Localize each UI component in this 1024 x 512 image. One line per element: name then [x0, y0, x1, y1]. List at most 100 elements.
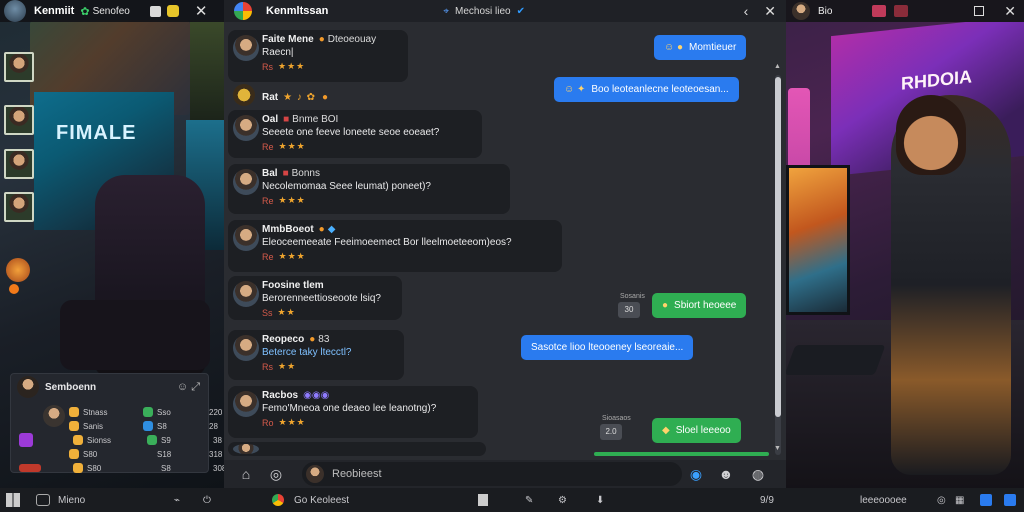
sent-message[interactable]: ☺ ✦ Boo leoteanlecne leoteoesan... [554, 77, 739, 102]
streamer-name: Kenmiit [34, 5, 75, 17]
user-avatar[interactable] [233, 115, 259, 141]
taskbar-power-icon[interactable]: ⏻ [203, 493, 211, 507]
weapon-icon[interactable] [19, 464, 41, 472]
fire-icon[interactable] [6, 258, 30, 282]
taskbar-download-icon[interactable]: ⬇ [596, 493, 604, 507]
chat-message[interactable]: Racbos ◉◉◉ Femo'Mneoa one deaeo lee leano… [228, 386, 478, 438]
emoji-picker-icon[interactable]: ◎ [268, 466, 284, 482]
gift-icon[interactable] [894, 5, 909, 17]
clock[interactable]: 9/9 [760, 493, 774, 507]
streamer-avatar[interactable] [792, 2, 810, 20]
message-text: Raecn| [262, 47, 294, 58]
flag-icon[interactable] [872, 5, 887, 17]
message-text: Seeete one feeve loneete seoe eoeaet? [262, 127, 440, 138]
shield-icon: ◆ [662, 425, 670, 436]
sticker-icon[interactable]: ☻ [718, 466, 734, 482]
start-button[interactable] [6, 493, 20, 507]
user-avatar[interactable] [233, 35, 259, 61]
more-icon[interactable]: ◍ [750, 466, 766, 482]
gem-icon [147, 435, 157, 445]
streamer-avatar[interactable] [4, 0, 26, 22]
taskbar: Mieno ⌁ ⏻ Go Keoleest ✎ ⚙ ⬇ 9/9 leeeoooe… [0, 488, 1024, 512]
taskbar-link-icon[interactable]: ⌁ [174, 493, 180, 507]
gem-icon: ◉◉◉ [303, 390, 330, 401]
stat-row: Sionss S9 38 [19, 433, 222, 447]
taskbar-item[interactable]: leeeoooee [860, 493, 907, 507]
chat-message[interactable]: Rat ★ ♪ ✿ ● [228, 83, 338, 107]
scroll-up-icon[interactable]: ▲ [774, 63, 781, 70]
message-timestamp: Sosanis [620, 293, 645, 300]
sent-message[interactable]: ☺ ● Momtieuer [654, 35, 747, 60]
mini-card-header: Semboenn ☺ ⤢ [11, 374, 208, 400]
emoji-icon: ● [322, 92, 329, 103]
taskbar-grid-icon[interactable]: ▦ [955, 493, 964, 507]
message-author: Reopeco [262, 334, 305, 345]
channel-title[interactable]: ⌖ Mechosi lieo ✔ [443, 6, 525, 17]
attach-image-icon[interactable]: ⌂ [238, 466, 254, 482]
taskbar-search-icon[interactable]: ◎ [937, 493, 946, 507]
maximize-icon[interactable] [974, 6, 985, 16]
taskbar-app-icon[interactable] [1004, 493, 1016, 507]
sent-message-partial[interactable] [594, 452, 769, 456]
message-author: Oal [262, 114, 279, 125]
viewer-avatar[interactable] [4, 105, 34, 135]
mini-profile-card: Semboenn ☺ ⤢ Stnass Sso 220 Sanis S8 28 … [10, 373, 224, 473]
message-composer: ⌂ ◎ ◉ ☻ ◍ [224, 460, 786, 488]
taskbar-item[interactable]: Mieno [36, 493, 85, 507]
message-text: Beterce taky ltecctl? [262, 347, 352, 358]
chat-message[interactable] [228, 442, 486, 456]
search-icon: ◎ [937, 494, 946, 506]
rating-stars: ★★★ [278, 417, 306, 427]
viewer-avatar[interactable] [4, 149, 34, 179]
badge-icon[interactable] [166, 5, 179, 17]
window-icon[interactable] [149, 5, 161, 17]
chat-message[interactable]: Foosine tlem Berorenneettioseoote lsiq? … [228, 276, 402, 320]
chat-scrollbar[interactable] [775, 75, 781, 455]
item-icon[interactable] [19, 433, 33, 447]
taskbar-edit-icon[interactable]: ✎ [525, 493, 533, 507]
close-icon[interactable]: ✕ [764, 3, 776, 20]
viewer-avatar[interactable] [4, 192, 34, 222]
chat-message[interactable]: Reopeco ● 83 Beterce taky ltecctl? Rs ★★ [228, 330, 404, 380]
scrollbar-thumb[interactable] [775, 77, 781, 417]
user-avatar[interactable] [233, 84, 255, 106]
chat-window: Kenmltssan ⌖ Mechosi lieo ✔ ‹ ✕ Faite Me… [224, 0, 786, 488]
chat-message[interactable]: Oal ■ Bnme BOI Seeete one feeve loneete se… [228, 110, 482, 158]
user-avatar[interactable] [233, 281, 259, 307]
taskbar-app-icon[interactable] [980, 493, 992, 507]
close-icon[interactable]: ✕ [195, 2, 208, 20]
scroll-down-icon[interactable]: ▼ [774, 445, 781, 452]
user-avatar[interactable] [233, 335, 259, 361]
chat-message[interactable]: Faite Mene ● Dteoeouay Raecn| Rs ★★★ [228, 30, 408, 82]
back-chevron-icon[interactable]: ‹ [744, 3, 749, 19]
send-icon[interactable]: ◉ [688, 466, 704, 482]
sent-message[interactable]: ● Sbiort heoeee [652, 293, 747, 318]
rating-stars: ★★★ [278, 195, 306, 205]
badge-icon: ■ [283, 114, 290, 125]
taskbar-item[interactable]: Go Keoleest [272, 493, 349, 507]
user-avatar[interactable] [233, 391, 259, 417]
viewer-avatar[interactable] [4, 52, 34, 82]
chat-message[interactable]: Bal ■ Bonns Necolemomaa Seee leumat) ponee… [228, 164, 510, 214]
power-icon: ⏻ [203, 494, 211, 506]
coin-icon [73, 435, 83, 445]
reaction-count[interactable]: 30 [618, 302, 640, 318]
user-avatar[interactable] [233, 444, 259, 454]
sent-message[interactable]: Sasotce lioo lteooeney lseoreaie... [521, 335, 694, 360]
online-status-icon: ✿ [80, 5, 90, 18]
emoji-icon: ● [318, 224, 325, 235]
smile-icon[interactable]: ☺ ⤢ [177, 381, 200, 394]
rating-stars: ★★ [277, 307, 296, 317]
taskbar-settings-icon[interactable]: ⚙ [558, 493, 567, 507]
user-avatar[interactable] [233, 225, 259, 251]
reaction-count[interactable]: 2.0 [600, 424, 622, 440]
sent-message[interactable]: ◆ Sloel leeeoo [652, 418, 741, 443]
close-icon[interactable]: ✕ [1004, 3, 1016, 20]
user-avatar[interactable] [233, 169, 259, 195]
app-icon [1004, 494, 1016, 506]
mini-card-avatar[interactable] [17, 376, 39, 398]
message-input[interactable] [332, 468, 652, 480]
message-author: Bal [262, 168, 278, 179]
chat-message[interactable]: MmbBoeot ● ◆ Eleoceemeeate Feeimoeemect Bo… [228, 220, 562, 272]
taskbar-window-icon[interactable] [478, 493, 488, 507]
